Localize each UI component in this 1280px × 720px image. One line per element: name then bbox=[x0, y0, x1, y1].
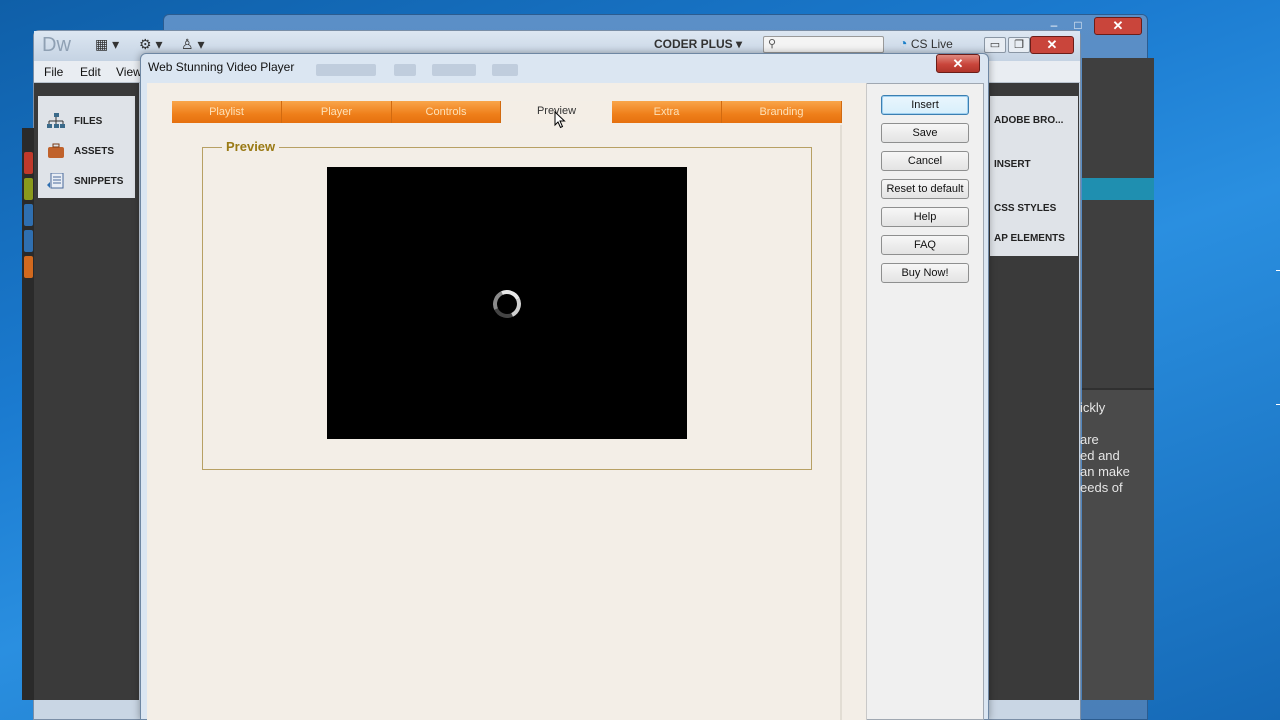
button-column-separator bbox=[866, 83, 867, 720]
cs-live-icon: ◔ bbox=[899, 35, 908, 51]
buy-now-button[interactable]: Buy Now! bbox=[881, 263, 969, 283]
tab-bar: Playlist Player Controls Preview Extra B… bbox=[172, 101, 842, 123]
menu-file[interactable]: File bbox=[44, 65, 63, 79]
dw-restore-button[interactable]: ❐ bbox=[1008, 37, 1030, 53]
content-divider bbox=[840, 125, 842, 720]
dw-close-button[interactable]: ✕ bbox=[1030, 36, 1074, 54]
back-window-close-button[interactable]: ✕ bbox=[1094, 17, 1142, 35]
highlighted-row bbox=[1082, 178, 1154, 200]
help-text-line: are bbox=[1080, 432, 1099, 447]
help-text-panel: ickly are ed and an make eeds of bbox=[1080, 388, 1154, 700]
panel-adobe-browserlab[interactable]: ADOBE BRO... bbox=[994, 115, 1063, 126]
gear-icon[interactable]: ⚙ ▾ bbox=[139, 36, 162, 53]
files-panel-item[interactable]: FILES bbox=[46, 111, 102, 131]
layout-icon[interactable]: ▦ ▾ bbox=[95, 36, 119, 53]
assets-panel-item[interactable]: ASSETS bbox=[46, 141, 114, 161]
workspace-switcher[interactable]: CODER PLUS ▾ bbox=[642, 34, 750, 54]
insert-button[interactable]: Insert bbox=[881, 95, 969, 115]
document-tab-icon[interactable] bbox=[24, 152, 33, 174]
snippets-panel-item[interactable]: SNIPPETS bbox=[46, 171, 123, 191]
files-panel: FILES ASSETS SNIPPETS bbox=[38, 96, 135, 198]
help-text-line: ickly bbox=[1080, 400, 1106, 415]
tab-extra[interactable]: Extra bbox=[612, 101, 722, 123]
blurred-menu-background bbox=[316, 64, 528, 78]
help-text-line: an make bbox=[1080, 464, 1130, 479]
dialog-close-button[interactable]: ✕ bbox=[936, 54, 980, 73]
right-panel-list: ADOBE BRO... INSERT CSS STYLES AP ELEMEN… bbox=[990, 96, 1078, 256]
snippets-icon bbox=[46, 173, 66, 189]
menu-edit[interactable]: Edit bbox=[80, 65, 101, 79]
cs-live-label: CS Live bbox=[910, 37, 953, 51]
panel-css-styles[interactable]: CSS STYLES bbox=[994, 203, 1056, 214]
sitemap-icon bbox=[46, 113, 66, 129]
faq-button[interactable]: FAQ bbox=[881, 235, 969, 255]
help-text-line: eeds of bbox=[1080, 480, 1123, 495]
menu-view[interactable]: View bbox=[116, 65, 142, 79]
site-icon[interactable]: ♙ ▾ bbox=[181, 36, 204, 53]
mouse-cursor-icon bbox=[554, 111, 566, 129]
dreamweaver-logo: Dw bbox=[42, 34, 71, 56]
snippets-label: SNIPPETS bbox=[74, 175, 124, 187]
reset-to-default-button[interactable]: Reset to default bbox=[881, 179, 969, 199]
help-text-line: ed and bbox=[1080, 448, 1120, 463]
cancel-button[interactable]: Cancel bbox=[881, 151, 969, 171]
document-tab-icon[interactable] bbox=[24, 178, 33, 200]
tab-branding[interactable]: Branding bbox=[722, 101, 842, 123]
edge-mark bbox=[1276, 270, 1280, 271]
tab-controls[interactable]: Controls bbox=[392, 101, 501, 123]
search-icon: ⚲ bbox=[768, 38, 777, 50]
document-tab-icon[interactable] bbox=[24, 204, 33, 226]
panel-insert[interactable]: INSERT bbox=[994, 159, 1031, 170]
document-tab-icon[interactable] bbox=[24, 256, 33, 278]
briefcase-icon bbox=[46, 143, 66, 159]
help-search-input[interactable]: ⚲ bbox=[763, 36, 884, 53]
preview-group-label: Preview bbox=[222, 139, 280, 154]
cs-live-button[interactable]: ◔ CS Live bbox=[899, 35, 953, 51]
panel-ap-elements[interactable]: AP ELEMENTS bbox=[994, 233, 1065, 244]
tab-playlist[interactable]: Playlist bbox=[172, 101, 282, 123]
save-button[interactable]: Save bbox=[881, 123, 969, 143]
files-label: FILES bbox=[74, 115, 103, 127]
document-tab-icon[interactable] bbox=[24, 230, 33, 252]
dialog-title: Web Stunning Video Player bbox=[148, 60, 295, 74]
edge-mark bbox=[1276, 404, 1280, 405]
assets-label: ASSETS bbox=[74, 145, 115, 157]
tab-player[interactable]: Player bbox=[282, 101, 392, 123]
help-button[interactable]: Help bbox=[881, 207, 969, 227]
dw-minimize-button[interactable]: ▭ bbox=[984, 37, 1006, 53]
